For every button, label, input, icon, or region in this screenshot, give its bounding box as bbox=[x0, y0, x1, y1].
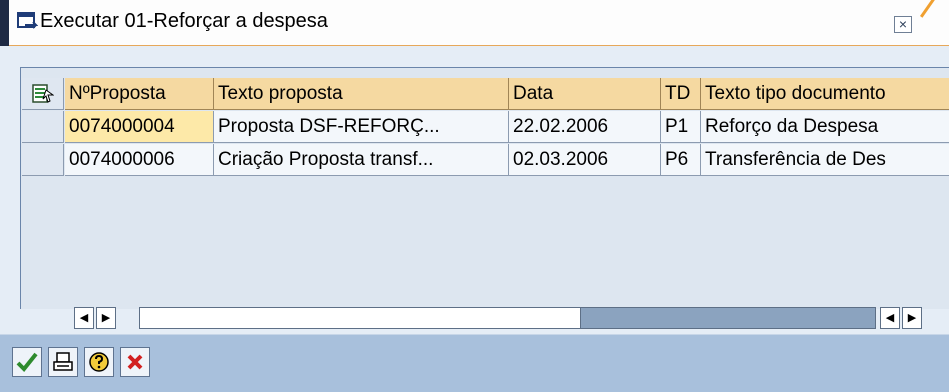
table-config-button[interactable] bbox=[22, 78, 64, 110]
scroll-right-button[interactable]: ▶ bbox=[902, 307, 922, 329]
cell-td[interactable]: P6 bbox=[661, 144, 701, 176]
cell-numproposta[interactable]: 0074000006 bbox=[65, 144, 214, 176]
cell-texto-tipo-documento[interactable]: Reforço da Despesa bbox=[701, 111, 949, 143]
window-title: Executar 01-Reforçar a despesa bbox=[40, 10, 328, 32]
horizontal-scrollbar[interactable]: ◀ ▶ ◀ ▶ bbox=[0, 307, 949, 329]
cell-td[interactable]: P1 bbox=[661, 111, 701, 143]
print-icon bbox=[53, 352, 73, 371]
cell-data[interactable]: 22.02.2006 bbox=[509, 111, 661, 143]
table-row[interactable]: 0074000004 Proposta DSF-REFORÇ... 22.02.… bbox=[21, 111, 949, 143]
title-decoration bbox=[920, 0, 946, 18]
window-icon bbox=[17, 12, 38, 29]
scrollbar-thumb[interactable] bbox=[140, 308, 581, 328]
cell-numproposta[interactable]: 0074000004 bbox=[65, 111, 214, 143]
column-header-texto-tipo-documento[interactable]: Texto tipo documento bbox=[701, 78, 949, 110]
scroll-left-button[interactable]: ◀ bbox=[880, 307, 900, 329]
scroll-left-first-button[interactable]: ◀ bbox=[74, 307, 94, 329]
bottom-toolbar bbox=[0, 334, 949, 392]
table-row[interactable]: 0074000006 Criação Proposta transf... 02… bbox=[21, 144, 949, 176]
close-icon[interactable]: × bbox=[894, 16, 912, 33]
cell-data[interactable]: 02.03.2006 bbox=[509, 144, 661, 176]
print-button[interactable] bbox=[48, 347, 78, 377]
column-header-texto-proposta[interactable]: Texto proposta bbox=[214, 78, 509, 110]
column-header-numproposta[interactable]: NºProposta bbox=[65, 78, 214, 110]
confirm-button[interactable] bbox=[12, 347, 42, 377]
column-header-td[interactable]: TD bbox=[661, 78, 701, 110]
cell-texto-tipo-documento[interactable]: Transferência de Des bbox=[701, 144, 949, 176]
table-config-icon bbox=[32, 84, 54, 103]
proposal-table: NºProposta Texto proposta Data TD Texto … bbox=[20, 67, 949, 309]
help-button[interactable] bbox=[84, 347, 114, 377]
checkmark-icon bbox=[16, 352, 38, 372]
title-bar: Executar 01-Reforçar a despesa × bbox=[0, 0, 949, 46]
cell-texto-proposta[interactable]: Proposta DSF-REFORÇ... bbox=[214, 111, 509, 143]
column-header-data[interactable]: Data bbox=[509, 78, 661, 110]
help-icon bbox=[89, 352, 109, 372]
title-decoration-line bbox=[920, 45, 949, 46]
cell-texto-proposta[interactable]: Criação Proposta transf... bbox=[214, 144, 509, 176]
cancel-icon bbox=[127, 354, 143, 370]
main-area: NºProposta Texto proposta Data TD Texto … bbox=[0, 47, 949, 334]
table-header-row: NºProposta Texto proposta Data TD Texto … bbox=[21, 78, 949, 110]
scrollbar-track[interactable] bbox=[139, 307, 876, 329]
title-bar-accent bbox=[0, 0, 9, 46]
scroll-right-first-button[interactable]: ▶ bbox=[96, 307, 116, 329]
row-selector[interactable] bbox=[22, 144, 64, 176]
cancel-button[interactable] bbox=[120, 347, 150, 377]
row-selector[interactable] bbox=[22, 111, 64, 143]
